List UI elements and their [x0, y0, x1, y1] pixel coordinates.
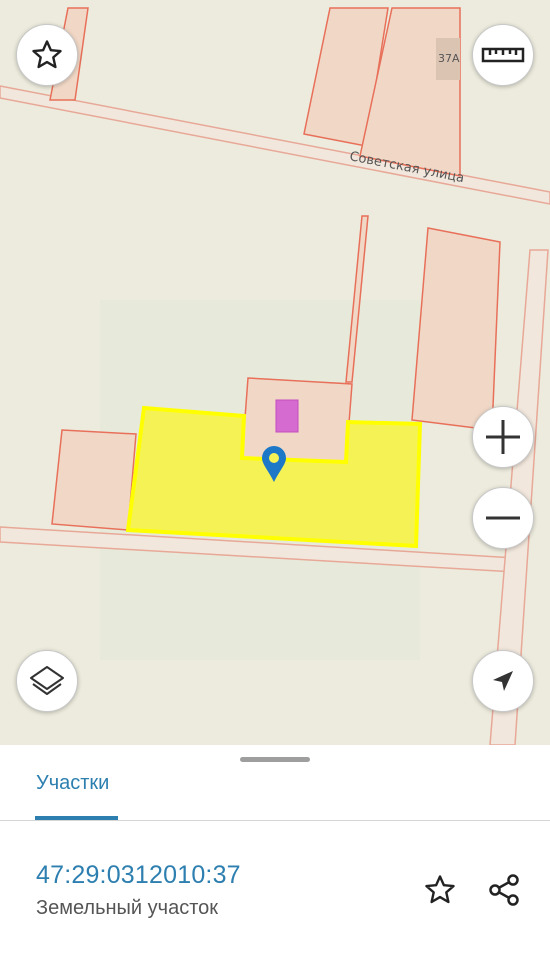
- share-button[interactable]: [482, 868, 526, 912]
- star-outline-icon: [425, 875, 455, 904]
- star-outline-icon: [32, 40, 62, 69]
- ruler-button[interactable]: [472, 24, 534, 86]
- ruler-icon: [481, 47, 525, 63]
- my-location-button[interactable]: [472, 650, 534, 712]
- plus-icon: [486, 420, 520, 454]
- house-number-label: 37А: [438, 52, 460, 65]
- bottom-sheet[interactable]: Участки 47:29:0312010:37 Земельный участ…: [0, 745, 550, 960]
- parcel: [411, 227, 501, 431]
- zoom-out-button[interactable]: [472, 487, 534, 549]
- save-favorite-button[interactable]: [418, 868, 462, 912]
- layers-button[interactable]: [16, 650, 78, 712]
- tab-parcels[interactable]: Участки: [36, 772, 109, 795]
- minus-icon: [486, 516, 520, 520]
- parcel: [51, 429, 137, 531]
- navigation-arrow-icon: [493, 671, 513, 691]
- drag-handle[interactable]: [240, 757, 310, 762]
- zoom-in-button[interactable]: [472, 406, 534, 468]
- divider: [0, 820, 550, 821]
- map-view[interactable]: Советская улица 37А: [0, 0, 550, 745]
- favorite-button[interactable]: [16, 24, 78, 86]
- building: [275, 399, 299, 433]
- layers-icon: [30, 666, 64, 695]
- cadastral-number[interactable]: 47:29:0312010:37: [36, 861, 241, 890]
- property-type: Земельный участок: [36, 897, 219, 919]
- map-canvas[interactable]: Советская улица 37А: [0, 0, 550, 745]
- share-icon: [489, 874, 519, 906]
